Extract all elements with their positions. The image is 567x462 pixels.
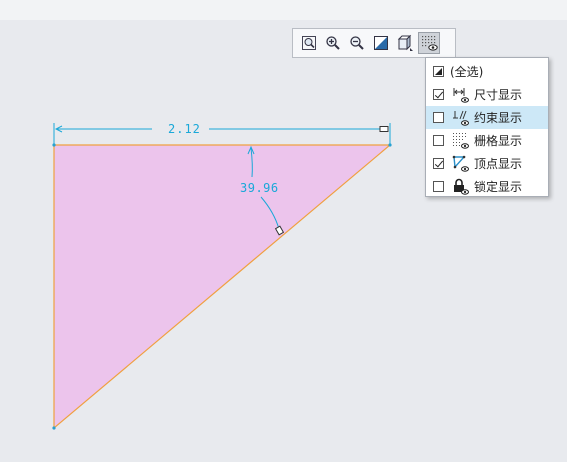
- checkbox[interactable]: [433, 181, 444, 192]
- menu-item-label: (全选): [450, 65, 484, 79]
- menu-item-label: 顶点显示: [474, 157, 523, 171]
- menu-item-label: 锁定显示: [474, 180, 523, 194]
- zoom-in-icon: [326, 36, 340, 50]
- menu-item-label: 尺寸显示: [474, 88, 523, 102]
- shaded-cube-icon: [397, 34, 413, 51]
- menu-item-vertex-display[interactable]: 顶点显示: [426, 152, 548, 175]
- angular-dimension-value[interactable]: 39.96: [240, 181, 279, 195]
- zoom-in-button[interactable]: [322, 32, 344, 54]
- lock-display-icon: [452, 178, 470, 196]
- linear-dimension[interactable]: [53, 123, 391, 145]
- sketcher-display-icon: [422, 36, 438, 51]
- menu-item-lock-display[interactable]: 锁定显示: [426, 175, 548, 198]
- zoom-fit-button[interactable]: [298, 32, 320, 54]
- sketch-triangle[interactable]: [53, 144, 392, 430]
- menu-item-label: 约束显示: [474, 111, 523, 125]
- zoom-out-icon: [350, 36, 364, 50]
- checkbox[interactable]: [433, 89, 444, 100]
- sketch-view-button[interactable]: [370, 32, 392, 54]
- zoom-fit-icon: [302, 36, 316, 50]
- view-toolbar: [292, 28, 456, 58]
- checkbox[interactable]: [433, 158, 444, 169]
- menu-item-constraint-display[interactable]: 约束显示: [426, 106, 548, 129]
- vertex-point[interactable]: [52, 426, 56, 430]
- menu-item-grid-display[interactable]: 栅格显示: [426, 129, 548, 152]
- sketch-view-icon: [374, 36, 388, 50]
- dimension-display-icon: [452, 86, 470, 104]
- zoom-out-button[interactable]: [346, 32, 368, 54]
- menu-item-label: 栅格显示: [474, 134, 523, 148]
- sketcher-display-button[interactable]: [418, 32, 440, 54]
- constraint-display-icon: [452, 109, 470, 127]
- linear-dimension-value[interactable]: 2.12: [168, 122, 201, 136]
- checkbox[interactable]: [433, 135, 444, 146]
- partial-checkbox[interactable]: [433, 66, 444, 77]
- vertex-display-icon: [452, 155, 470, 173]
- menu-item-dimension-display[interactable]: 尺寸显示: [426, 83, 548, 106]
- shaded-cube-button[interactable]: [394, 32, 416, 54]
- checkbox[interactable]: [433, 112, 444, 123]
- menu-item-select-all[interactable]: (全选): [426, 60, 548, 83]
- sketcher-display-menu: (全选) 尺寸显示 约束显示 栅格显示 顶点显示 锁定显示: [425, 57, 549, 197]
- grid-display-icon: [452, 132, 470, 150]
